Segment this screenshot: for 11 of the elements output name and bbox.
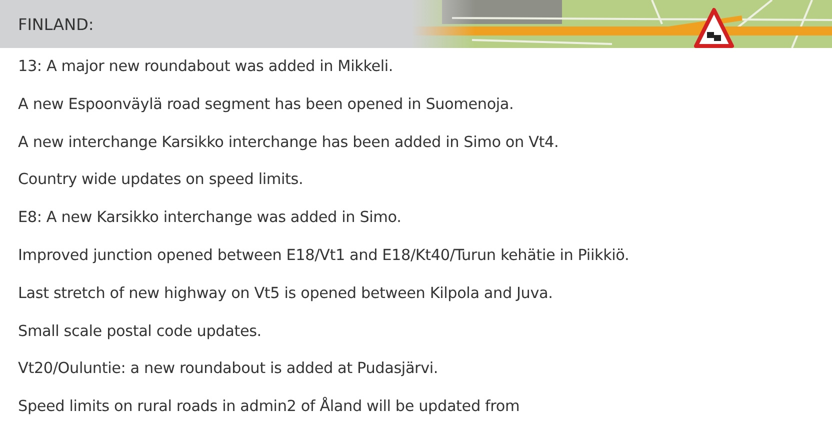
update-note: Vt20/Ouluntie: a new roundabout is added at Pudasjärvi. [17,358,440,380]
update-note: Speed limits on rural roads in admin2 of Åland will be updated from [17,396,521,418]
update-note: Small scale postal code updates. [17,320,262,342]
section-title: FINLAND: [18,14,94,34]
update-note: A new Espoonväylä road segment has been opened in Suomenoja. [17,94,515,115]
update-note: Improved junction opened between E18/Vt1 and E18/Kt40/Turun kehätie in Piikkiö. [17,244,630,266]
update-note: A new interchange Karsikko interchange has been added in Simo on Vt4. [17,132,560,153]
update-note: E8: A new Karsikko interchange was added in Simo. [17,207,402,228]
update-note: Country wide updates on speed limits. [17,169,304,190]
update-note: Last stretch of new highway on Vt5 is opened between Kilpola and Juva. [17,282,554,304]
update-note: 13: A major new roundabout was added in Mikkeli. [17,56,394,77]
